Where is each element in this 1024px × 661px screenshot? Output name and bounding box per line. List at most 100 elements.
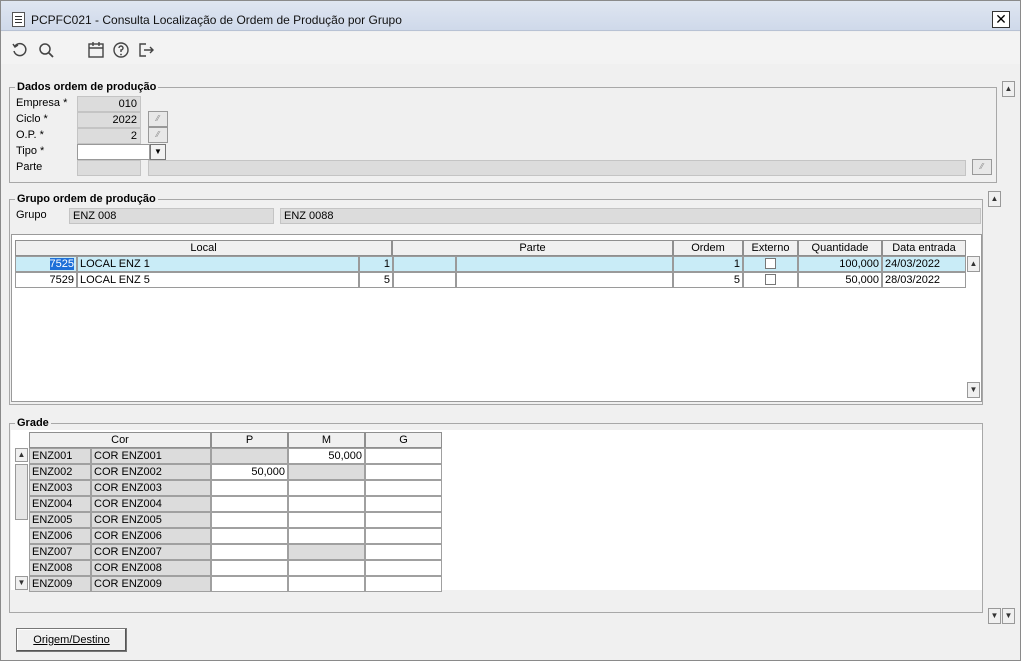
grade-cell-p[interactable]: [211, 560, 288, 576]
parte-lookup-button[interactable]: ⁄⁄: [972, 159, 992, 175]
externo-checkbox[interactable]: [765, 274, 776, 285]
grade-row-code[interactable]: ENZ004: [29, 496, 91, 512]
table-row-code[interactable]: 7525: [15, 256, 77, 272]
grade-col-cor[interactable]: Cor: [29, 432, 211, 448]
scroll-down-icon[interactable]: ▼: [1002, 608, 1015, 624]
grade-row-name[interactable]: COR ENZ009: [91, 576, 211, 592]
grade-scroll-thumb[interactable]: [15, 464, 28, 520]
grade-row-name[interactable]: COR ENZ007: [91, 544, 211, 560]
grade-cell-p[interactable]: [211, 496, 288, 512]
table-row-ordem[interactable]: 5: [673, 272, 743, 288]
grade-cell-m[interactable]: [288, 528, 365, 544]
table-row-seq[interactable]: 1: [359, 256, 393, 272]
grade-cell-p[interactable]: [211, 512, 288, 528]
refresh-icon[interactable]: [11, 41, 29, 59]
ciclo-field[interactable]: 2022: [77, 112, 141, 128]
origem-destino-button[interactable]: Origem/Destino: [16, 628, 127, 652]
grade-row-name[interactable]: COR ENZ002: [91, 464, 211, 480]
externo-checkbox[interactable]: [765, 258, 776, 269]
grade-cell-m[interactable]: [288, 464, 365, 480]
grade-row-code[interactable]: ENZ005: [29, 512, 91, 528]
table-row-ordem[interactable]: 1: [673, 256, 743, 272]
calendar-icon[interactable]: [87, 41, 105, 59]
grade-row-name[interactable]: COR ENZ004: [91, 496, 211, 512]
grade-cell-m[interactable]: [288, 560, 365, 576]
table-row-externo[interactable]: [743, 272, 798, 288]
table-row-quantidade[interactable]: 50,000: [798, 272, 882, 288]
grade-cell-g[interactable]: [365, 480, 442, 496]
table-row-parte-b[interactable]: [456, 256, 673, 272]
grade-cell-m[interactable]: [288, 496, 365, 512]
col-data-entrada[interactable]: Data entrada: [882, 240, 966, 256]
col-externo[interactable]: Externo: [743, 240, 798, 256]
grade-row-code[interactable]: ENZ009: [29, 576, 91, 592]
table-row-externo[interactable]: [743, 256, 798, 272]
grade-cell-p[interactable]: [211, 480, 288, 496]
col-ordem[interactable]: Ordem: [673, 240, 743, 256]
grade-cell-m[interactable]: [288, 512, 365, 528]
grade-cell-m[interactable]: [288, 544, 365, 560]
search-icon[interactable]: [37, 41, 55, 59]
ciclo-lookup-button[interactable]: ⁄⁄: [148, 111, 168, 127]
grade-row-name[interactable]: COR ENZ003: [91, 480, 211, 496]
col-parte[interactable]: Parte: [392, 240, 673, 256]
grade-cell-g[interactable]: [365, 544, 442, 560]
empresa-field[interactable]: 010: [77, 96, 141, 112]
grade-cell-m[interactable]: 50,000: [288, 448, 365, 464]
scroll-down-icon[interactable]: ▼: [988, 608, 1001, 624]
grade-cell-p[interactable]: [211, 528, 288, 544]
grade-col-g[interactable]: G: [365, 432, 442, 448]
grade-row-name[interactable]: COR ENZ001: [91, 448, 211, 464]
grade-row-code[interactable]: ENZ001: [29, 448, 91, 464]
grade-cell-g[interactable]: [365, 512, 442, 528]
grade-row-name[interactable]: COR ENZ006: [91, 528, 211, 544]
table-row-parte-a[interactable]: [393, 272, 456, 288]
grade-row-name[interactable]: COR ENZ008: [91, 560, 211, 576]
table-row-name[interactable]: LOCAL ENZ 1: [77, 256, 359, 272]
scroll-up-icon[interactable]: ▲: [988, 191, 1001, 207]
col-quantidade[interactable]: Quantidade: [798, 240, 882, 256]
grade-row-name[interactable]: COR ENZ005: [91, 512, 211, 528]
close-button[interactable]: ✕: [992, 11, 1010, 28]
exit-icon[interactable]: [137, 41, 155, 59]
grade-row-code[interactable]: ENZ002: [29, 464, 91, 480]
grade-col-m[interactable]: M: [288, 432, 365, 448]
help-icon[interactable]: [112, 41, 130, 59]
table-row-seq[interactable]: 5: [359, 272, 393, 288]
table-scroll-down-icon[interactable]: ▼: [967, 382, 980, 398]
table-row-parte-a[interactable]: [393, 256, 456, 272]
parte-code-field[interactable]: [77, 160, 141, 176]
grade-cell-g[interactable]: [365, 560, 442, 576]
col-local[interactable]: Local: [15, 240, 392, 256]
grade-cell-g[interactable]: [365, 464, 442, 480]
grade-cell-p[interactable]: [211, 448, 288, 464]
grade-row-code[interactable]: ENZ006: [29, 528, 91, 544]
grade-cell-g[interactable]: [365, 576, 442, 592]
grade-cell-p[interactable]: 50,000: [211, 464, 288, 480]
grade-cell-p[interactable]: [211, 544, 288, 560]
grade-row-code[interactable]: ENZ008: [29, 560, 91, 576]
grade-cell-p[interactable]: [211, 576, 288, 592]
grade-row-code[interactable]: ENZ003: [29, 480, 91, 496]
grade-scroll-up-icon[interactable]: ▲: [15, 448, 28, 462]
table-row-name[interactable]: LOCAL ENZ 5: [77, 272, 359, 288]
table-row-code[interactable]: 7529: [15, 272, 77, 288]
table-row-parte-b[interactable]: [456, 272, 673, 288]
op-lookup-button[interactable]: ⁄⁄: [148, 127, 168, 143]
grade-cell-g[interactable]: [365, 448, 442, 464]
grade-cell-m[interactable]: [288, 480, 365, 496]
scroll-up-icon[interactable]: ▲: [1002, 81, 1015, 97]
chevron-down-icon[interactable]: ▼: [150, 144, 166, 160]
grade-cell-m[interactable]: [288, 576, 365, 592]
table-row-data[interactable]: 24/03/2022: [882, 256, 966, 272]
table-row-quantidade[interactable]: 100,000: [798, 256, 882, 272]
tipo-select[interactable]: [77, 144, 150, 160]
grade-row-code[interactable]: ENZ007: [29, 544, 91, 560]
grade-scroll-down-icon[interactable]: ▼: [15, 576, 28, 590]
grade-col-p[interactable]: P: [211, 432, 288, 448]
op-field[interactable]: 2: [77, 128, 141, 144]
table-scroll-up-icon[interactable]: ▲: [967, 256, 980, 272]
grade-cell-g[interactable]: [365, 496, 442, 512]
table-row-data[interactable]: 28/03/2022: [882, 272, 966, 288]
grade-cell-g[interactable]: [365, 528, 442, 544]
